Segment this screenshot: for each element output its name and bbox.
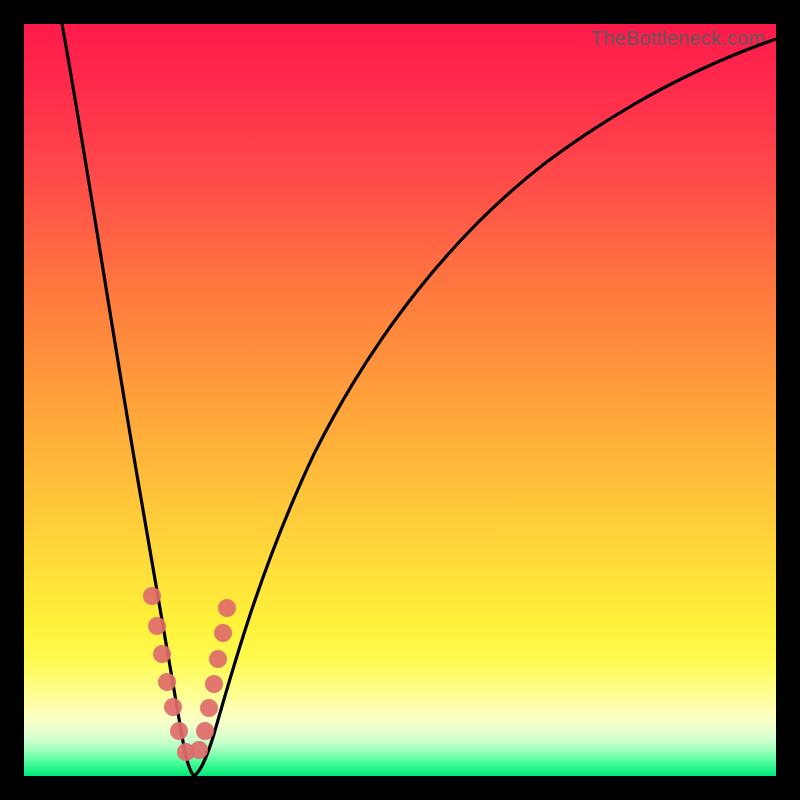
marker-dot bbox=[205, 675, 223, 693]
marker-layer bbox=[143, 587, 236, 761]
plot-area: TheBottleneck.com bbox=[24, 24, 776, 776]
curve-layer bbox=[62, 24, 776, 776]
marker-dot bbox=[209, 650, 227, 668]
marker-dot bbox=[143, 587, 161, 605]
outer-frame: TheBottleneck.com bbox=[0, 0, 800, 800]
marker-dot bbox=[148, 617, 166, 635]
marker-dot bbox=[164, 698, 182, 716]
marker-dot bbox=[190, 741, 208, 759]
chart-svg bbox=[24, 24, 776, 776]
marker-dot bbox=[170, 722, 188, 740]
marker-dot bbox=[214, 624, 232, 642]
marker-dot bbox=[218, 599, 236, 617]
marker-dot bbox=[200, 699, 218, 717]
marker-dot bbox=[158, 673, 176, 691]
marker-dot bbox=[153, 645, 171, 663]
bottleneck-curve-right bbox=[194, 39, 776, 776]
bottleneck-curve-left bbox=[62, 24, 194, 776]
marker-dot bbox=[196, 722, 214, 740]
